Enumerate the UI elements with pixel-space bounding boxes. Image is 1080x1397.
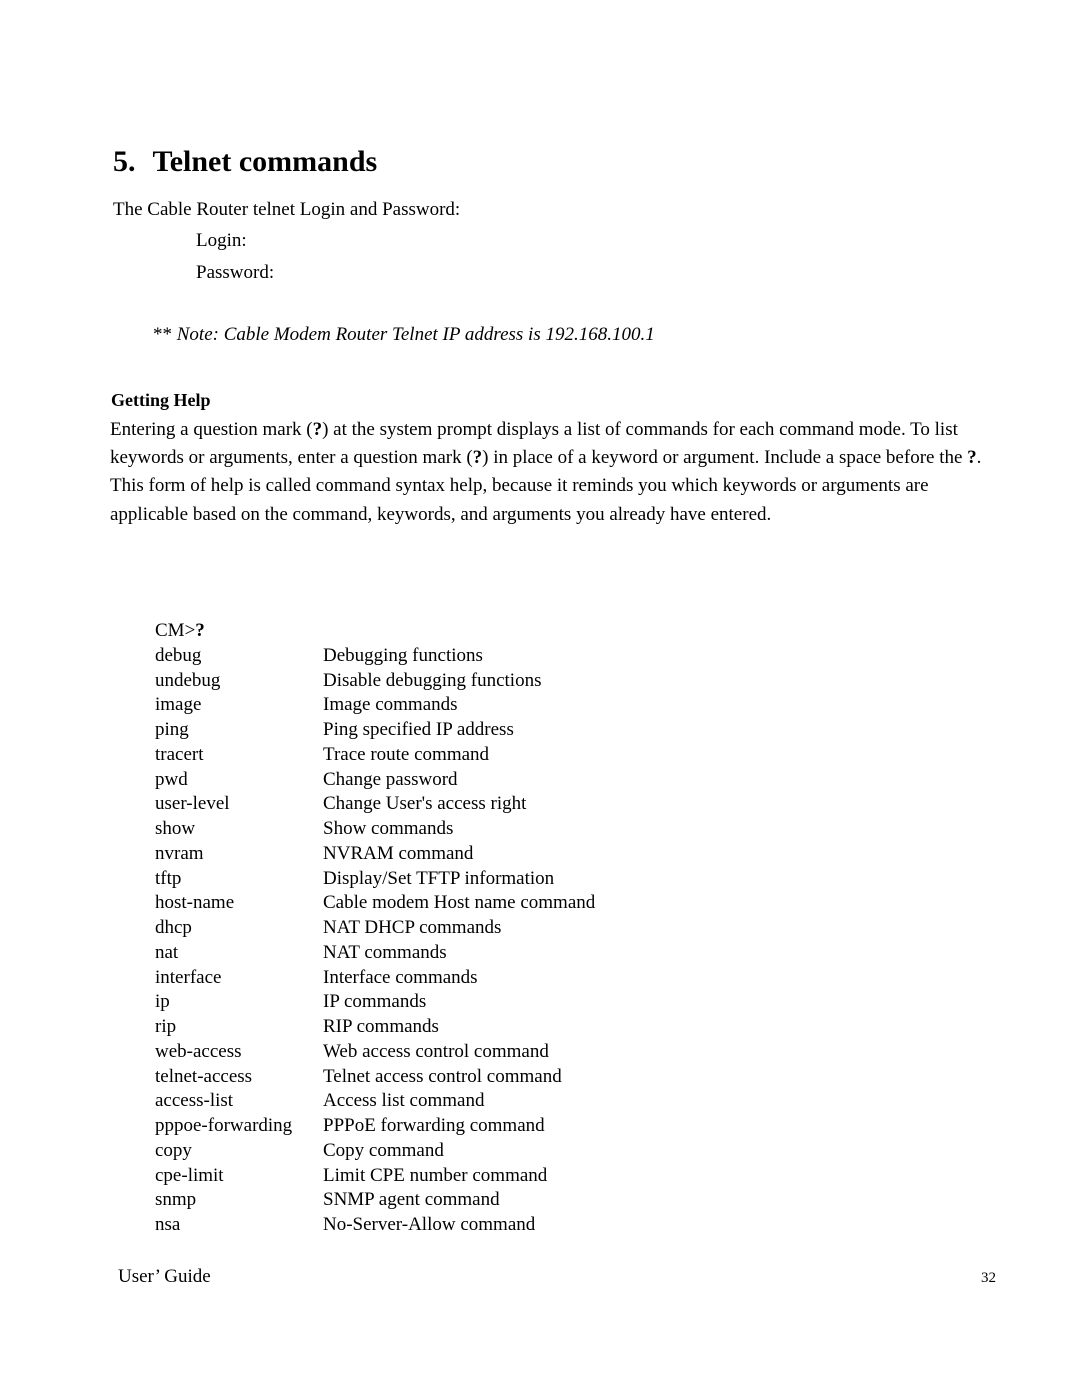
command-row: user-level Change User's access right [155, 792, 595, 817]
command-description: Copy command [323, 1139, 444, 1161]
command-description: PPPoE forwarding command [323, 1115, 545, 1136]
command-list: CM>? debug Debugging functions undebug Disa… [155, 619, 595, 1238]
command-description: Change password [323, 768, 458, 790]
command-name: copy [155, 1139, 192, 1161]
command-row: debug Debugging functions [155, 644, 595, 669]
section-title-text: Telnet commands [152, 145, 378, 178]
login-label: Login: [196, 230, 247, 251]
command-name: nsa [155, 1214, 181, 1235]
prompt-line: CM>? [155, 619, 595, 644]
command-name: telnet-access [155, 1065, 253, 1087]
command-name: snmp [155, 1189, 197, 1211]
command-name: nat [155, 941, 179, 963]
question-mark: ? [967, 447, 977, 469]
command-name: user-level [155, 793, 230, 815]
command-description: Ping specified IP address [323, 719, 514, 740]
command-description: Change User's access right [323, 793, 527, 815]
command-name: cpe-limit [155, 1164, 224, 1186]
note: ** Note: Cable Modem Router Telnet IP ad… [153, 322, 655, 348]
command-name: host-name [155, 892, 235, 914]
command-row: nsa No-Server-Allow command [155, 1213, 595, 1238]
command-description: Display/Set TFTP information [323, 867, 555, 889]
command-name: nvram [155, 842, 204, 864]
command-description: NAT DHCP commands [323, 917, 502, 938]
command-description: Telnet access control command [323, 1065, 562, 1087]
command-row: pwd Change password [155, 768, 595, 793]
command-row: rip RIP commands [155, 1015, 595, 1040]
command-name: tftp [155, 867, 182, 889]
prompt-text: CM> [155, 620, 196, 641]
command-name: ping [155, 719, 189, 740]
note-text: Note: Cable Modem Router Telnet IP addre… [176, 324, 655, 345]
command-name: interface [155, 966, 222, 988]
command-name: show [155, 818, 196, 839]
command-row: undebug Disable debugging functions [155, 669, 595, 694]
command-row: image Image commands [155, 693, 595, 718]
section-title: 5. Telnet commands [113, 142, 377, 182]
command-name: web-access [155, 1040, 242, 1062]
command-row: access-list Access list command [155, 1089, 595, 1114]
command-row: snmp SNMP agent command [155, 1188, 595, 1213]
command-description: Disable debugging functions [323, 669, 542, 691]
command-description: Access list command [323, 1090, 485, 1112]
command-name: ip [155, 991, 170, 1013]
command-row: pppoe-forwarding PPPoE forwarding command [155, 1114, 595, 1139]
command-name: image [155, 694, 202, 716]
getting-help-paragraph: Entering a question mark (?) at the syst… [110, 416, 1000, 529]
command-description: NAT commands [323, 941, 447, 963]
command-name: pppoe-forwarding [155, 1115, 293, 1136]
command-name: access-list [155, 1090, 234, 1112]
command-row: ping Ping specified IP address [155, 718, 595, 743]
command-name: dhcp [155, 917, 192, 938]
command-row: host-name Cable modem Host name command [155, 891, 595, 916]
command-name: pwd [155, 768, 188, 790]
intro-text: The Cable Router telnet Login and Passwo… [113, 199, 461, 220]
command-description: IP commands [323, 991, 427, 1013]
footer-guide-label: User’ Guide [118, 1266, 211, 1287]
command-row: dhcp NAT DHCP commands [155, 916, 595, 941]
command-row: web-access Web access control command [155, 1040, 595, 1065]
question-mark: ? [472, 447, 483, 469]
command-name: undebug [155, 669, 221, 691]
command-description: No-Server-Allow command [323, 1214, 536, 1235]
command-description: Show commands [323, 818, 454, 839]
command-name: rip [155, 1016, 177, 1037]
command-description: NVRAM command [323, 842, 474, 864]
command-description: Limit CPE number command [323, 1164, 548, 1186]
paragraph-part: Entering a question mark ( [110, 419, 313, 440]
getting-help-heading: Getting Help [111, 390, 211, 410]
question-mark: ? [312, 419, 323, 440]
command-row: copy Copy command [155, 1139, 595, 1164]
command-description: Image commands [323, 694, 458, 716]
prompt-question-mark: ? [195, 620, 205, 641]
command-row: tftp Display/Set TFTP information [155, 867, 595, 892]
command-description: RIP commands [323, 1016, 439, 1037]
command-description: Cable modem Host name command [323, 892, 596, 914]
command-description: Trace route command [323, 743, 490, 765]
password-label: Password: [196, 262, 275, 283]
command-row: tracert Trace route command [155, 743, 595, 768]
command-description: Web access control command [323, 1040, 549, 1062]
command-row: nvram NVRAM command [155, 842, 595, 867]
command-name: debug [155, 644, 202, 666]
command-row: show Show commands [155, 817, 595, 842]
section-number: 5. [113, 145, 136, 178]
note-stars: ** [153, 324, 172, 345]
command-row: cpe-limit Limit CPE number command [155, 1164, 595, 1189]
command-description: Interface commands [323, 966, 478, 988]
paragraph-part: ) in place of a keyword or argument. Inc… [482, 447, 968, 469]
page-number: 32 [981, 1270, 996, 1286]
command-name: tracert [155, 743, 204, 765]
command-row: telnet-access Telnet access control comma… [155, 1065, 595, 1090]
command-row: interface Interface commands [155, 966, 595, 991]
command-row: ip IP commands [155, 990, 595, 1015]
command-description: Debugging functions [323, 644, 483, 666]
command-row: nat NAT commands [155, 941, 595, 966]
command-description: SNMP agent command [323, 1189, 500, 1211]
